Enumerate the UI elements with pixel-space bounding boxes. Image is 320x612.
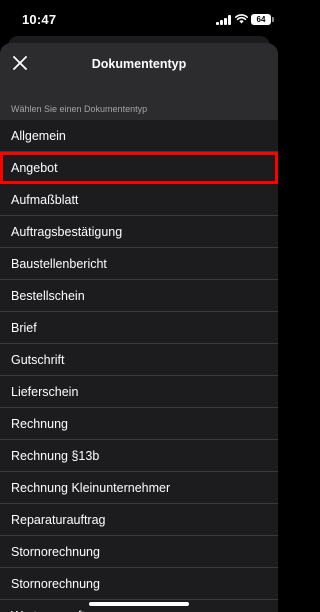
status-time: 10:47 (22, 12, 57, 27)
screen: 10:47 64 Dokumententyp Wählen Sie einen … (0, 0, 278, 612)
status-bar: 10:47 64 (0, 0, 278, 36)
battery-icon: 64 (251, 14, 271, 25)
document-type-sheet: Dokumententyp Wählen Sie einen Dokumente… (0, 43, 278, 612)
wifi-icon (235, 14, 248, 24)
sheet-header: Dokumententyp (0, 43, 278, 88)
section-label: Wählen Sie einen Dokumententyp (11, 104, 148, 114)
list-item[interactable]: Auftragsbestätigung (0, 216, 278, 248)
list-item[interactable]: Rechnung Kleinunternehmer (0, 472, 278, 504)
list-item[interactable]: Stornorechnung (0, 568, 278, 600)
list-item[interactable]: Allgemein (0, 120, 278, 152)
battery-nub (272, 17, 274, 22)
list-item[interactable]: Gutschrift (0, 344, 278, 376)
list-item[interactable]: Aufmaßblatt (0, 184, 278, 216)
list-item[interactable]: Rechnung (0, 408, 278, 440)
home-indicator[interactable] (89, 602, 189, 606)
list-item[interactable]: Reparaturauftrag (0, 504, 278, 536)
list-item[interactable]: Stornorechnung (0, 536, 278, 568)
list-item[interactable]: Baustellenbericht (0, 248, 278, 280)
list-item[interactable]: Bestellschein (0, 280, 278, 312)
list-item[interactable]: Angebot (0, 152, 278, 184)
list-item[interactable]: Rechnung §13b (0, 440, 278, 472)
list-item[interactable]: Lieferschein (0, 376, 278, 408)
list-item[interactable]: Brief (0, 312, 278, 344)
document-type-list: Allgemein Angebot Aufmaßblatt Auftragsbestä… (0, 120, 278, 612)
signal-icon (216, 15, 232, 25)
sheet-title: Dokumententyp (91, 57, 187, 71)
